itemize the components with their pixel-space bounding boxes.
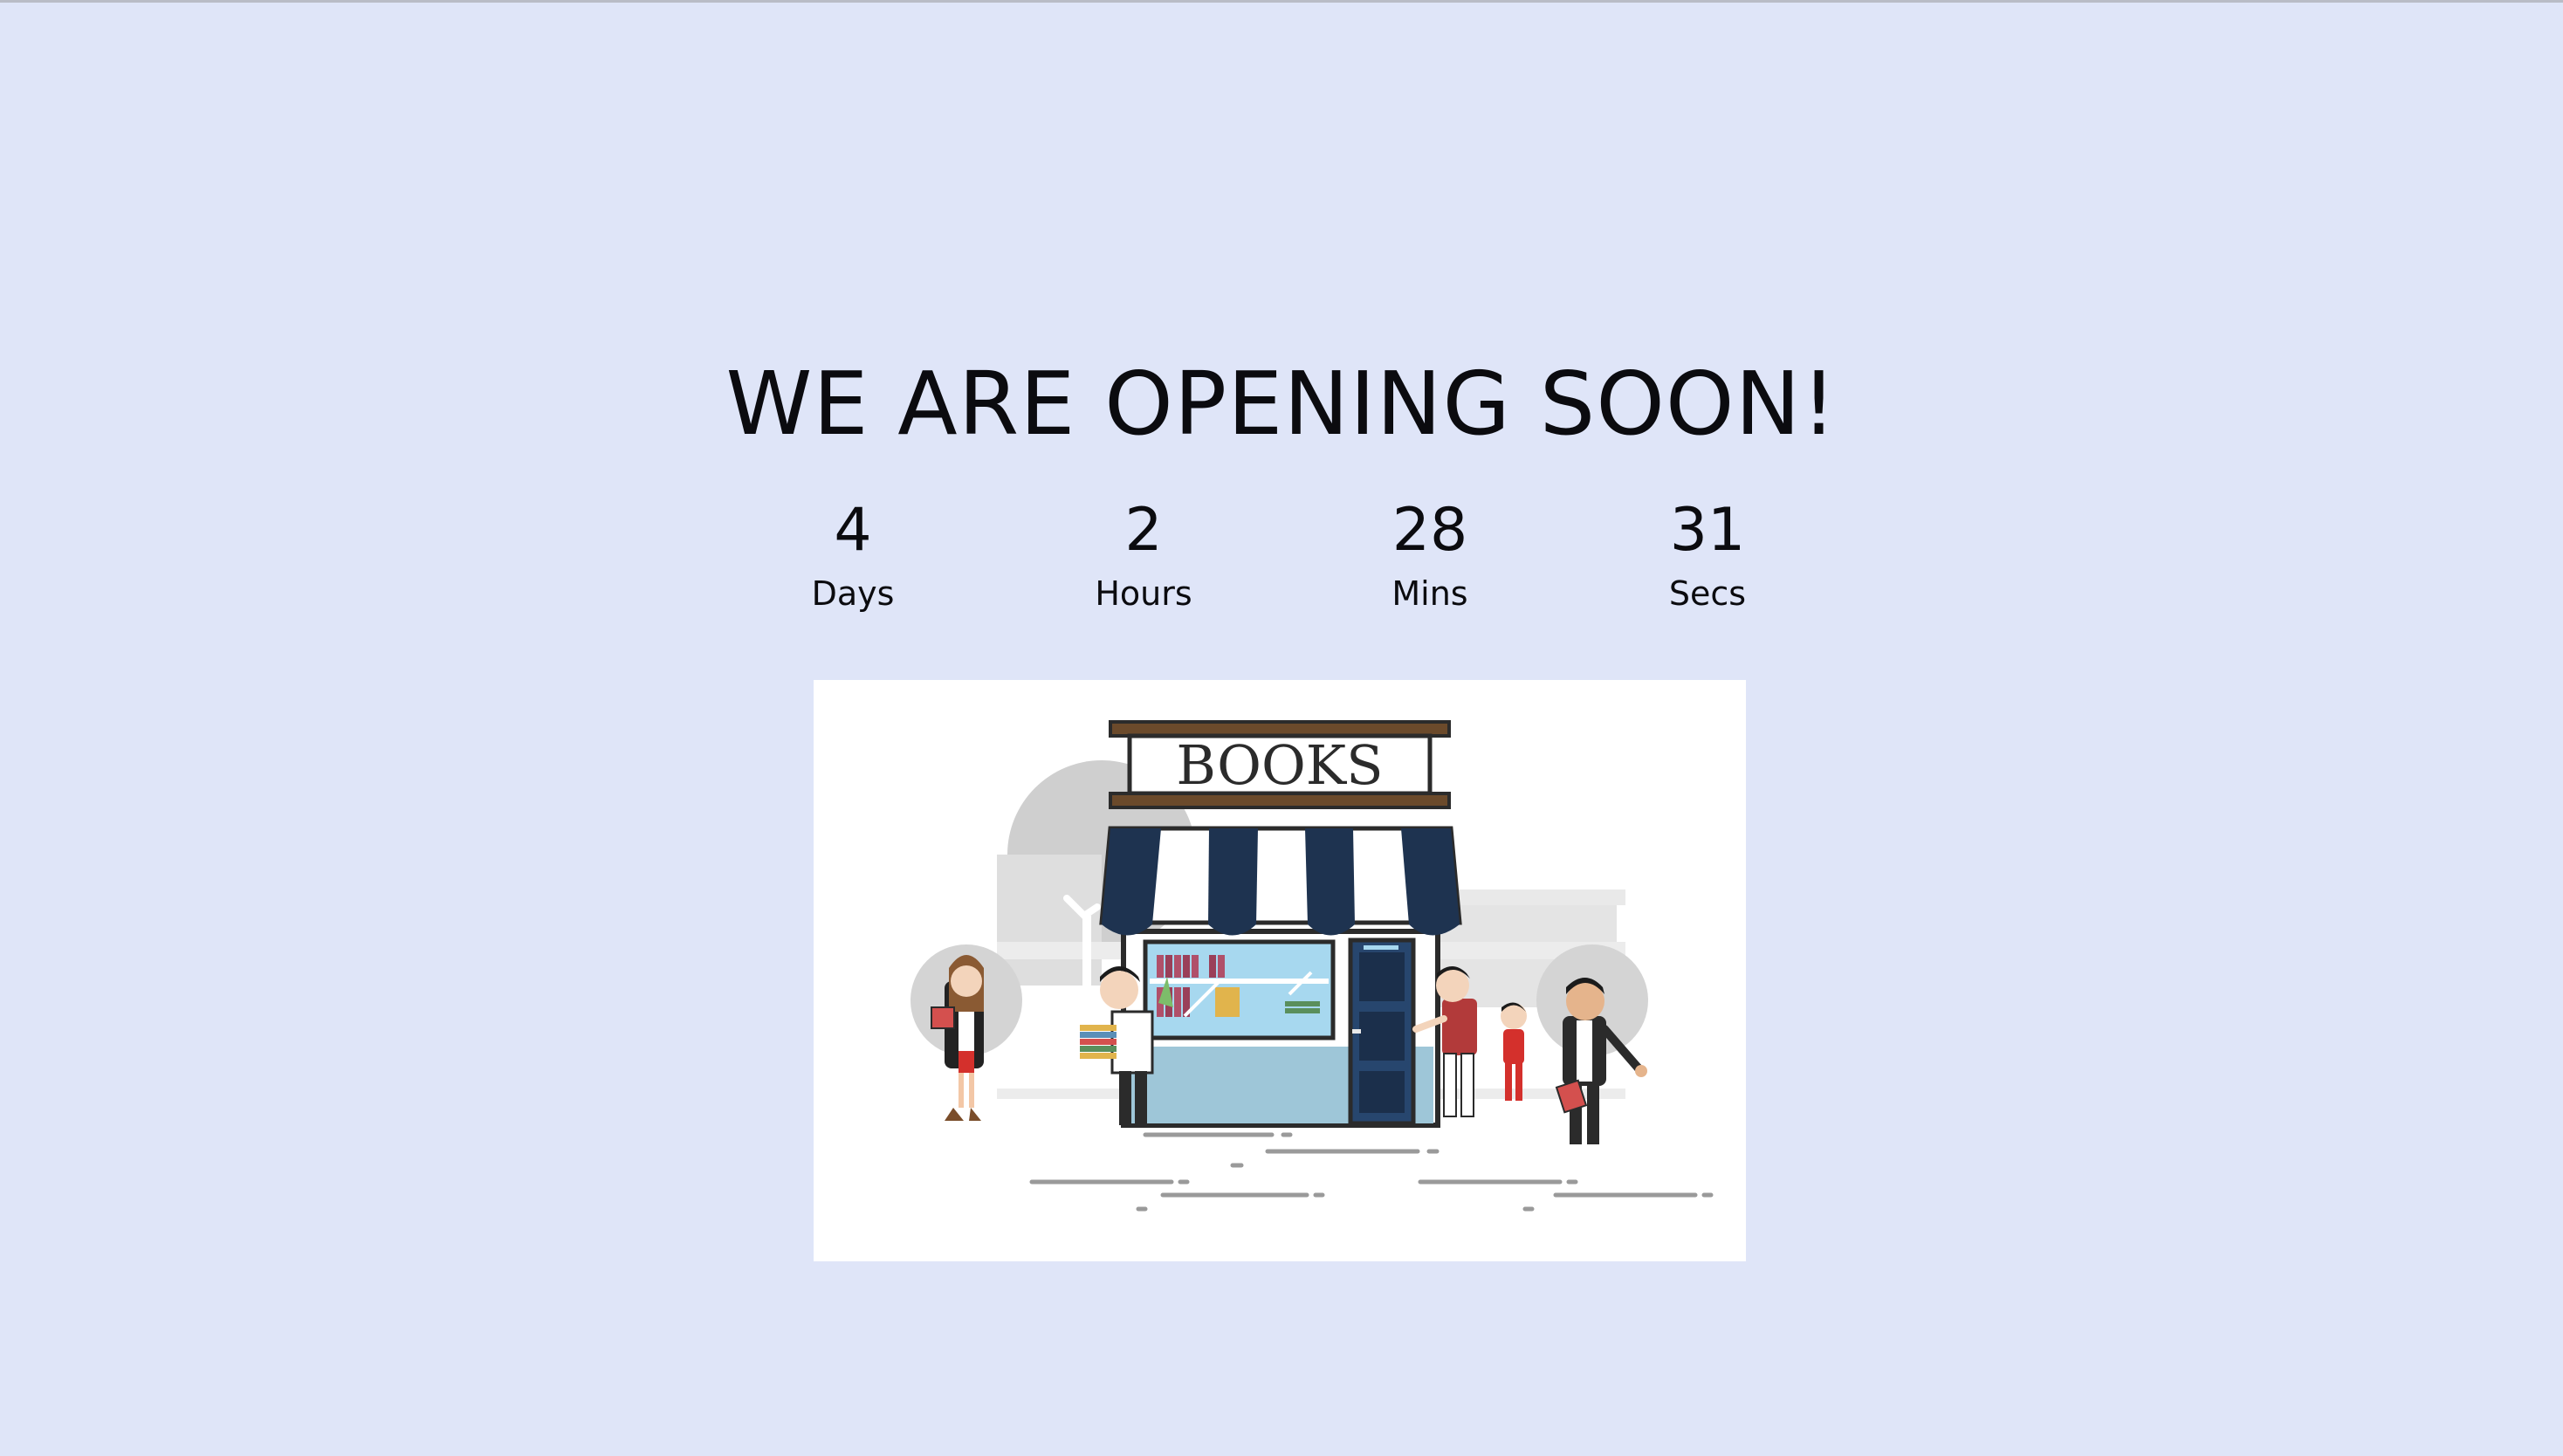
- secs-label: Secs: [1668, 574, 1747, 613]
- bookstore-illustration-svg: BOOKS: [910, 720, 1714, 1212]
- countdown-secs: 31 Secs: [1594, 494, 1821, 618]
- days-value: 4: [834, 496, 872, 565]
- person-child: [1501, 1002, 1527, 1101]
- ground-lines: [1029, 1132, 1714, 1212]
- bookstore-building: [1121, 929, 1440, 1128]
- countdown-mins: 28 Mins: [1316, 494, 1543, 618]
- books-sign: BOOKS: [1109, 720, 1451, 809]
- countdown-days: 4 Days: [739, 494, 966, 618]
- hours-label: Hours: [1095, 574, 1192, 613]
- countdown-timer: 4 Days 2 Hours 28 Mins 31 Secs: [0, 0, 2563, 663]
- mins-label: Mins: [1391, 574, 1468, 613]
- coming-soon-page: WE ARE OPENING SOON! 4 Days 2 Hours 28 M…: [0, 0, 2563, 1456]
- bookstore-illustration: BOOKS: [814, 680, 1746, 1261]
- sign-text: BOOKS: [1176, 733, 1383, 797]
- shop-awning: [1099, 826, 1462, 936]
- countdown-hours: 2 Hours: [1030, 494, 1257, 618]
- mins-value: 28: [1391, 496, 1468, 565]
- secs-value: 31: [1669, 496, 1746, 565]
- days-label: Days: [811, 574, 895, 613]
- hours-value: 2: [1124, 496, 1163, 565]
